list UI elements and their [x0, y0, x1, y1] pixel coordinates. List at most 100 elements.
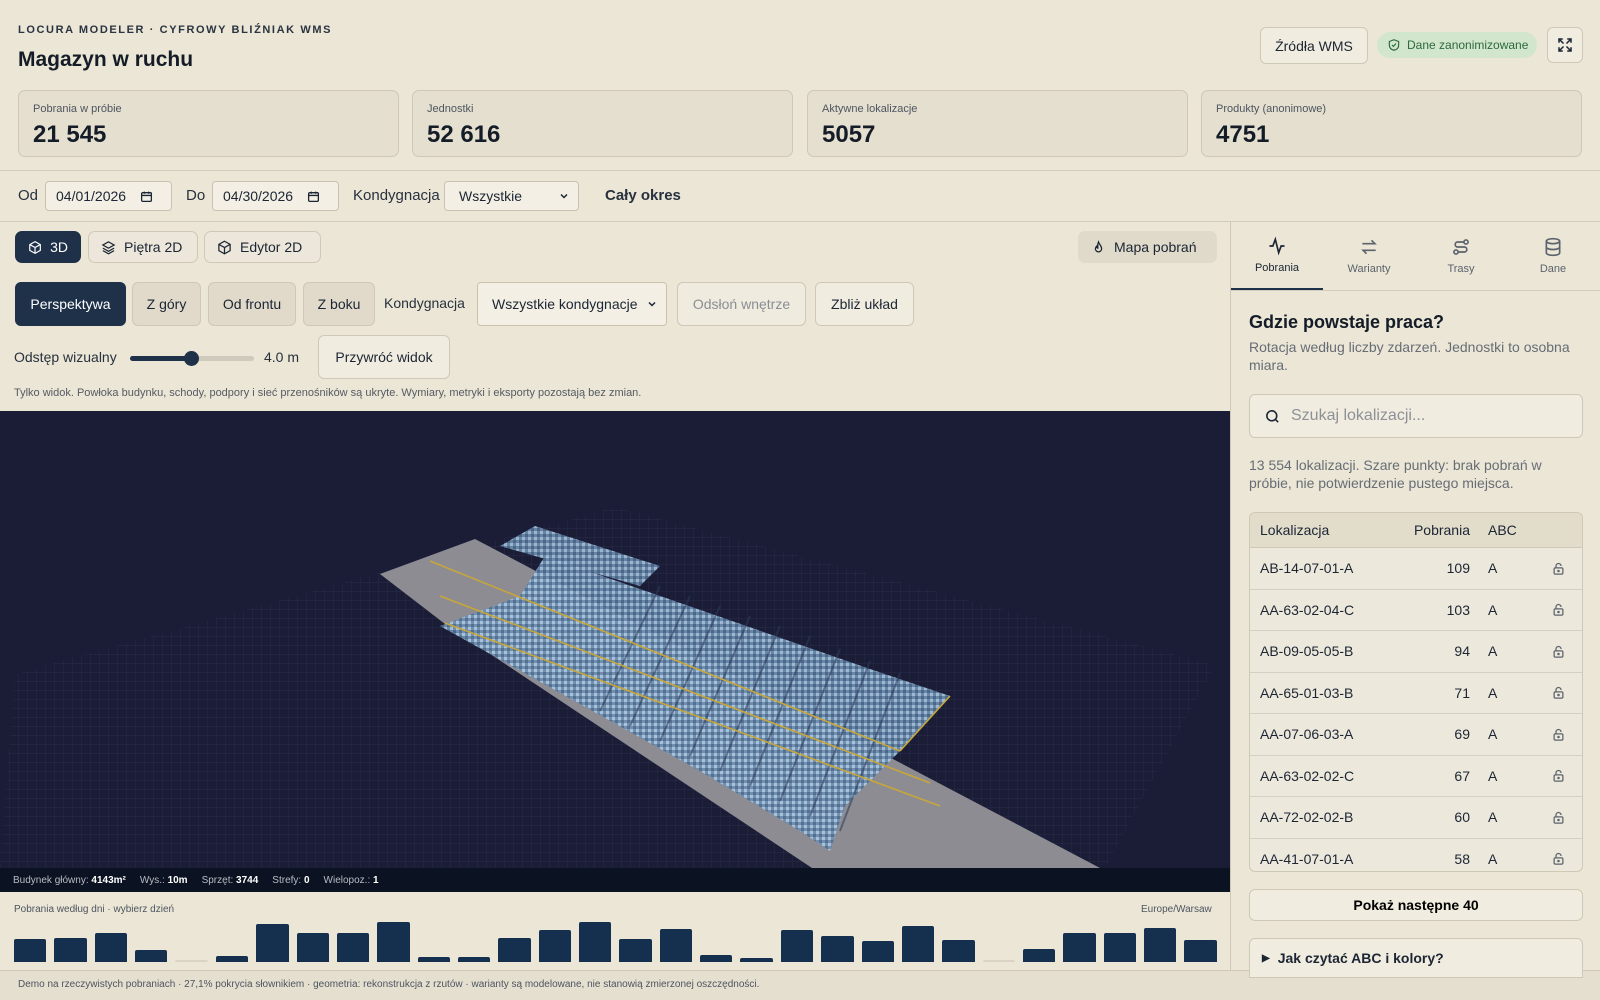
flame-icon — [1094, 239, 1103, 252]
from-date-input[interactable]: 04/01/2026 — [45, 181, 172, 211]
day-bar[interactable] — [256, 924, 289, 962]
day-bar[interactable] — [417, 956, 450, 962]
table-row[interactable]: AA-65-01-03-B 71 A — [1250, 673, 1582, 714]
timezone-label: Europe/Warsaw — [1141, 904, 1212, 915]
day-bar[interactable] — [94, 932, 128, 962]
warehouse-3d-canvas[interactable] — [0, 411, 1230, 868]
day-bar[interactable] — [982, 960, 1015, 962]
day-bar[interactable] — [135, 950, 168, 962]
heatmap-button[interactable]: Mapa pobrań — [1078, 231, 1217, 263]
day-bar[interactable] — [942, 939, 975, 962]
table-row[interactable]: AA-63-02-02-C 67 A — [1250, 756, 1582, 797]
day-bar[interactable] — [336, 932, 370, 962]
location-search-input[interactable]: Szukaj lokalizacji... — [1249, 394, 1583, 438]
day-bar[interactable] — [780, 930, 814, 962]
table-row[interactable]: AA-63-02-04-C 103 A — [1250, 590, 1582, 631]
day-bar[interactable] — [296, 932, 329, 962]
day-bar[interactable] — [901, 926, 935, 962]
reveal-interior-button[interactable]: Odsłoń wnętrze — [677, 282, 806, 326]
day-bar[interactable] — [54, 937, 87, 962]
tab-warianty[interactable]: Warianty — [1323, 222, 1415, 290]
day-bar[interactable] — [659, 929, 693, 962]
tab-editor-2d[interactable]: Edytor 2D — [204, 231, 321, 263]
route-icon — [1453, 239, 1469, 255]
table-row[interactable]: AA-72-02-02-B 60 A — [1250, 797, 1582, 839]
table-row[interactable]: AB-14-07-01-A 109 A — [1250, 548, 1582, 590]
top-view-button[interactable]: Z góry — [132, 282, 201, 326]
lock-icon — [1553, 687, 1564, 699]
projection-floor-select[interactable]: Wszystkie kondygnacje — [477, 282, 667, 326]
warehouse-3d-view[interactable] — [0, 411, 1230, 868]
lock-toggle[interactable] — [1520, 768, 1582, 783]
to-date-input[interactable]: 04/30/2026 — [212, 181, 339, 211]
lock-toggle[interactable] — [1520, 727, 1582, 742]
tab-pobrania[interactable]: Pobrania — [1231, 222, 1323, 290]
tab-dane[interactable]: Dane — [1507, 222, 1599, 290]
day-bar[interactable] — [14, 938, 47, 962]
cell-abc: A — [1488, 643, 1498, 660]
tab-3d[interactable]: 3D — [15, 231, 81, 263]
panel-title: Gdzie powstaje praca? — [1249, 312, 1445, 332]
floor-filter-select[interactable]: Wszystkie — [444, 181, 579, 211]
lock-icon — [1553, 728, 1564, 741]
column-picks[interactable]: Pobrania — [1400, 522, 1470, 538]
day-bar[interactable] — [457, 956, 491, 962]
fullscreen-button[interactable] — [1547, 27, 1583, 63]
reset-view-button[interactable]: Przywróć widok — [318, 335, 450, 379]
calendar-icon — [308, 191, 320, 202]
day-bar[interactable] — [700, 954, 733, 962]
table-row[interactable]: AB-09-05-05-B 94 A — [1250, 631, 1582, 673]
day-bar[interactable] — [215, 955, 249, 962]
day-bar[interactable] — [619, 938, 652, 962]
day-bar[interactable] — [538, 930, 572, 962]
day-bar[interactable] — [1103, 932, 1137, 962]
day-bar[interactable] — [579, 922, 612, 962]
perspective-button[interactable]: Perspektywa — [15, 282, 126, 326]
chevron-down-icon — [560, 193, 568, 199]
day-bar[interactable] — [377, 922, 410, 962]
day-bar[interactable] — [498, 937, 531, 962]
column-abc[interactable]: ABC — [1470, 522, 1520, 538]
day-bar[interactable] — [1063, 932, 1096, 962]
day-bar[interactable] — [740, 957, 773, 962]
table-row[interactable]: AA-41-07-01-A 58 A — [1250, 839, 1582, 872]
cell-abc: A — [1488, 684, 1498, 701]
tab-floors-2d[interactable]: Piętra 2D — [88, 231, 198, 263]
whole-period-link[interactable]: Cały okres — [605, 187, 681, 204]
spacing-slider-handle[interactable] — [184, 351, 199, 366]
lock-toggle[interactable] — [1520, 644, 1582, 659]
wms-sources-button[interactable]: Źródła WMS — [1260, 27, 1368, 64]
lock-toggle[interactable] — [1520, 851, 1582, 866]
column-location[interactable]: Lokalizacja — [1250, 522, 1400, 538]
kpi-card-locations: Aktywne lokalizacje 5057 — [807, 90, 1188, 157]
table-row[interactable]: AA-07-06-03-A 69 A — [1250, 714, 1582, 756]
side-view-button[interactable]: Z boku — [303, 282, 375, 326]
day-bar[interactable] — [175, 960, 208, 962]
lock-toggle[interactable] — [1520, 561, 1582, 576]
day-bar[interactable] — [861, 940, 894, 962]
front-view-button[interactable]: Od frontu — [208, 282, 296, 326]
from-label: Od — [18, 187, 39, 204]
spacing-label: Odstęp wizualny — [14, 349, 117, 365]
day-bar[interactable] — [821, 935, 854, 962]
tab-3d-label: 3D — [50, 239, 68, 255]
tab-pobrania-label: Pobrania — [1254, 262, 1300, 274]
lock-toggle[interactable] — [1520, 810, 1582, 825]
day-bar[interactable] — [1184, 939, 1217, 962]
daily-picks-chart[interactable] — [14, 918, 1217, 962]
abc-help-toggle[interactable]: ▶ Jak czytać ABC i kolory? — [1249, 938, 1583, 978]
show-more-button[interactable]: Pokaż następne 40 — [1249, 889, 1583, 921]
day-bar[interactable] — [1022, 949, 1056, 962]
lock-toggle[interactable] — [1520, 602, 1582, 617]
day-bar[interactable] — [1144, 928, 1177, 962]
cell-location: AA-72-02-02-B — [1260, 809, 1354, 826]
triangle-right-icon: ▶ — [1262, 952, 1270, 964]
divider — [1231, 290, 1600, 291]
tab-trasy[interactable]: Trasy — [1415, 222, 1507, 290]
lock-toggle[interactable] — [1520, 685, 1582, 700]
right-panel: Pobrania Warianty Trasy Dane Gdzie powst… — [1230, 222, 1600, 978]
cell-location: AB-09-05-05-B — [1260, 643, 1354, 660]
zoom-layout-button[interactable]: Zbliż układ — [815, 282, 914, 326]
anonymized-badge-label: Dane zanonimizowane — [1407, 38, 1529, 52]
table-header: Lokalizacja Pobrania ABC — [1250, 513, 1582, 548]
